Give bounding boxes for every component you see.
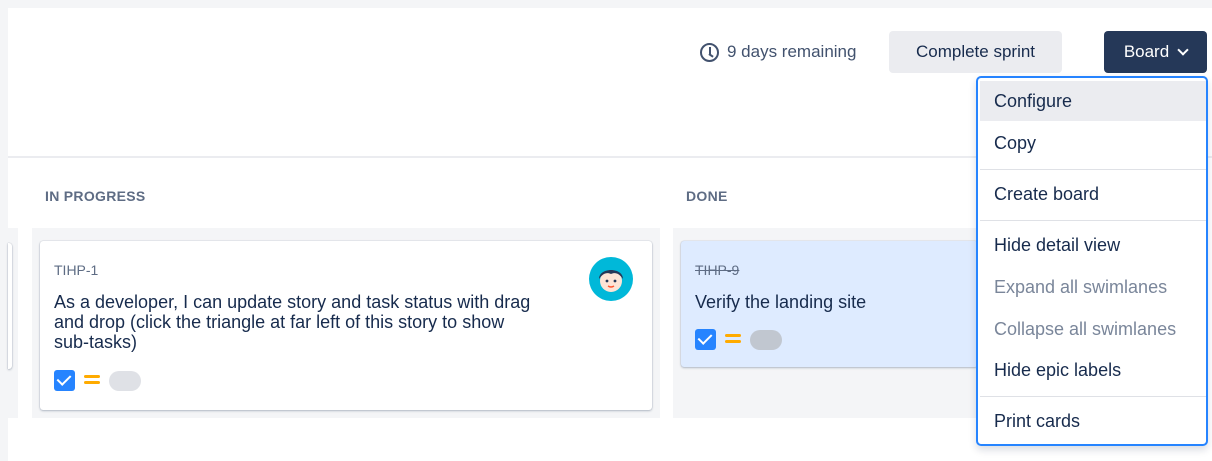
- previous-column-card-edge: [8, 243, 12, 369]
- priority-medium-icon: [84, 375, 100, 385]
- board-dropdown-menu: Configure Copy Create board Hide detail …: [976, 76, 1208, 446]
- menu-item-hide-detail-view[interactable]: Hide detail view: [980, 225, 1206, 265]
- complete-sprint-button[interactable]: Complete sprint: [889, 31, 1062, 73]
- board-menu-button[interactable]: Board: [1104, 31, 1207, 73]
- summary-line: and drop (click the triangle at far left…: [54, 312, 505, 332]
- board-button-label: Board: [1123, 42, 1170, 61]
- estimate-badge: [750, 330, 782, 350]
- avatar-face-icon: [599, 270, 623, 292]
- menu-divider: [980, 169, 1206, 170]
- column-title-in-progress: IN PROGRESS: [45, 188, 146, 204]
- sprint-remaining: 9 days remaining: [700, 38, 856, 66]
- menu-item-configure[interactable]: Configure: [980, 81, 1206, 121]
- menu-divider: [980, 220, 1206, 221]
- summary-line: sub-tasks): [54, 332, 138, 352]
- column-title-done: DONE: [686, 188, 728, 204]
- issue-card-tihp-1[interactable]: TIHP-1 As a developer, I can update stor…: [40, 241, 652, 410]
- issue-summary: Verify the landing site: [695, 292, 866, 312]
- issue-key[interactable]: TIHP-9: [695, 262, 739, 278]
- menu-item-expand-all-swimlanes: Expand all swimlanes: [994, 276, 1168, 297]
- issue-card-tihp-9[interactable]: TIHP-9 Verify the landing site: [681, 241, 978, 367]
- remaining-text: 9 days remaining: [727, 42, 857, 61]
- summary-line: As a developer, I can update story and t…: [54, 292, 531, 312]
- summary-line: Verify the landing site: [695, 292, 867, 312]
- estimate-badge: [109, 371, 141, 391]
- issue-summary: As a developer, I can update story and t…: [54, 292, 530, 352]
- assignee-avatar[interactable]: [589, 257, 633, 301]
- clock-icon: [700, 42, 719, 62]
- task-type-icon: [54, 370, 75, 391]
- issue-key[interactable]: TIHP-1: [54, 262, 98, 278]
- priority-medium-icon: [725, 334, 741, 344]
- chevron-down-icon: [1177, 43, 1189, 56]
- menu-item-print-cards[interactable]: Print cards: [980, 401, 1206, 441]
- menu-item-hide-epic-labels[interactable]: Hide epic labels: [980, 350, 1206, 390]
- menu-item-copy[interactable]: Copy: [980, 123, 1206, 163]
- task-type-icon: [695, 329, 716, 350]
- menu-item-create-board[interactable]: Create board: [980, 174, 1206, 214]
- menu-divider: [980, 396, 1206, 397]
- menu-item-collapse-all-swimlanes: Collapse all swimlanes: [994, 318, 1177, 339]
